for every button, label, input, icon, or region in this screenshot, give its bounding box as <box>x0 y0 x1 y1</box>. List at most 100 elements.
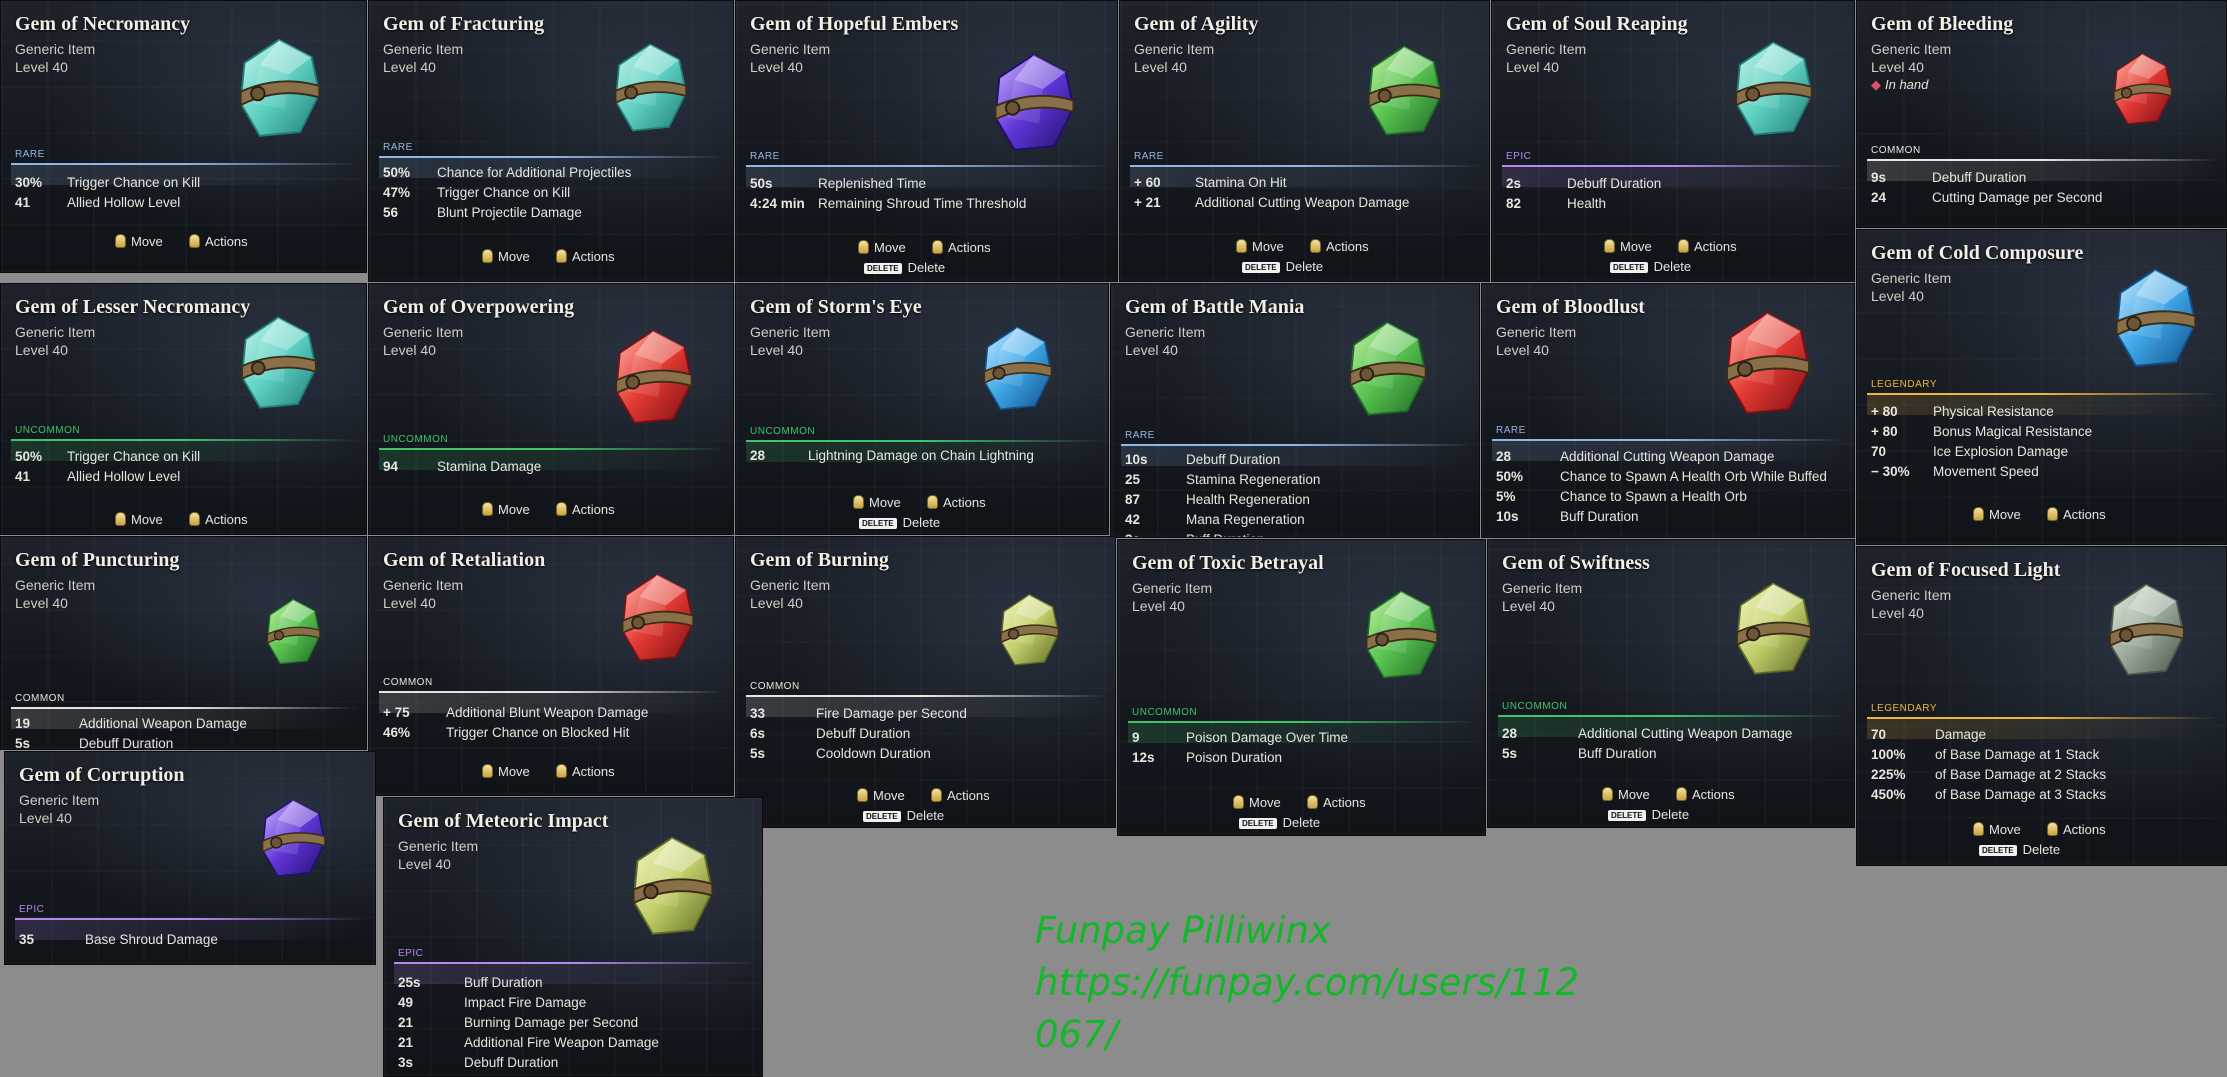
delete-button[interactable]: DELETE Delete <box>864 260 945 275</box>
item-type-label: Generic Item <box>1871 270 1952 286</box>
stat-value: 82 <box>1506 196 1522 211</box>
actions-button[interactable]: Actions <box>556 764 615 779</box>
stat-description: of Base Damage at 1 Stack <box>1935 747 2100 762</box>
stat-row: 42 Mana Regeneration <box>1125 512 1475 530</box>
actions-button[interactable]: Actions <box>931 788 990 803</box>
actions-label: Actions <box>2063 822 2106 837</box>
move-button[interactable]: Move <box>1233 795 1281 810</box>
gem-image <box>624 834 720 945</box>
delete-button[interactable]: DELETE Delete <box>1610 259 1691 274</box>
rarity-divider <box>1128 721 1477 723</box>
stat-value: + 21 <box>1134 195 1161 210</box>
stat-row: 28 Lightning Damage on Chain Lightning <box>750 448 1104 466</box>
stat-description: Trigger Chance on Kill <box>67 449 201 464</box>
move-button[interactable]: Move <box>857 788 905 803</box>
stat-description: Debuff Duration <box>816 726 911 741</box>
card-title: Gem of Overpowering <box>383 296 575 318</box>
stat-description: Stamina Damage <box>437 459 542 474</box>
actions-label: Actions <box>948 240 991 255</box>
move-button[interactable]: Move <box>1602 787 1650 802</box>
delete-label: Delete <box>1285 259 1324 274</box>
actions-button[interactable]: Actions <box>556 249 615 264</box>
stat-value: 41 <box>15 469 31 484</box>
stat-description: Debuff Duration <box>1186 452 1281 467</box>
stat-value: 28 <box>1502 726 1518 741</box>
item-level-label: Level 40 <box>15 59 68 75</box>
delete-button[interactable]: DELETE Delete <box>863 808 944 823</box>
delete-button[interactable]: DELETE Delete <box>1608 807 1689 822</box>
stat-value: 25s <box>398 975 421 990</box>
rarity-divider <box>1121 444 1471 446</box>
stat-row: 10s Buff Duration <box>1496 509 1850 527</box>
actions-button[interactable]: Actions <box>1676 787 1735 802</box>
card-title: Gem of Necromancy <box>15 13 191 35</box>
item-type-label: Generic Item <box>1871 587 1952 603</box>
mouse-right-icon <box>2047 822 2058 836</box>
actions-button[interactable]: Actions <box>932 240 991 255</box>
gem-icon <box>632 836 714 935</box>
mouse-right-icon <box>189 234 200 248</box>
stat-description: Replenished Time <box>818 176 927 191</box>
stat-row: 5s Cooldown Duration <box>750 746 1111 764</box>
move-button[interactable]: Move <box>482 249 530 264</box>
move-button[interactable]: Move <box>1973 822 2021 837</box>
move-button[interactable]: Move <box>1236 239 1284 254</box>
rarity-divider <box>1502 165 1846 167</box>
stat-row: 56 Blunt Projectile Damage <box>383 205 729 223</box>
item-level-label: Level 40 <box>15 342 68 358</box>
item-level-label: Level 40 <box>1132 598 1185 614</box>
move-label: Move <box>1249 795 1281 810</box>
move-button[interactable]: Move <box>115 512 163 527</box>
stat-row: 19 Additional Weapon Damage <box>15 716 362 734</box>
actions-button[interactable]: Actions <box>556 502 615 517</box>
move-button[interactable]: Move <box>1604 239 1652 254</box>
rarity-divider <box>746 440 1100 442</box>
item-type-label: Generic Item <box>750 41 831 57</box>
stat-row: + 60 Stamina On Hit <box>1134 175 1485 193</box>
stat-row: − 30% Movement Speed <box>1871 464 2222 482</box>
gem-image <box>1360 43 1448 145</box>
mouse-left-icon <box>115 234 126 248</box>
actions-label: Actions <box>2063 507 2106 522</box>
delete-button[interactable]: DELETE Delete <box>1242 259 1323 274</box>
move-button[interactable]: Move <box>482 764 530 779</box>
actions-button[interactable]: Actions <box>2047 507 2106 522</box>
gem-image <box>231 36 327 147</box>
gem-tooltip-card: Gem of Storm's Eye Generic Item Level 40 U… <box>735 283 1109 535</box>
move-button[interactable]: Move <box>115 234 163 249</box>
move-button[interactable]: Move <box>853 495 901 510</box>
stat-row: 28 Additional Cutting Weapon Damage <box>1502 726 1850 744</box>
mouse-right-icon <box>1678 239 1689 253</box>
delete-button[interactable]: DELETE Delete <box>859 515 940 530</box>
actions-button[interactable]: Actions <box>189 512 248 527</box>
stat-value: 12s <box>1132 750 1155 765</box>
gem-tooltip-card: Gem of Necromancy Generic Item Level 40 RA… <box>0 0 367 273</box>
stat-description: Additional Cutting Weapon Damage <box>1578 726 1793 741</box>
delete-button[interactable]: DELETE Delete <box>1979 842 2060 857</box>
gem-image <box>1728 580 1818 684</box>
stat-description: Debuff Duration <box>464 1055 559 1070</box>
move-button[interactable]: Move <box>482 502 530 517</box>
actions-button[interactable]: Actions <box>189 234 248 249</box>
mouse-left-icon <box>853 495 864 509</box>
actions-button[interactable]: Actions <box>927 495 986 510</box>
mouse-right-icon <box>556 764 567 778</box>
stat-value: 25 <box>1125 472 1141 487</box>
stat-value: + 75 <box>383 705 410 720</box>
rarity-label: UNCOMMON <box>750 426 816 437</box>
stat-value: 100% <box>1871 747 1906 762</box>
actions-button[interactable]: Actions <box>1678 239 1737 254</box>
stat-row: 21 Burning Damage per Second <box>398 1015 758 1033</box>
move-button[interactable]: Move <box>1973 507 2021 522</box>
card-title: Gem of Toxic Betrayal <box>1132 552 1324 574</box>
move-label: Move <box>1620 239 1652 254</box>
stat-value: 56 <box>383 205 399 220</box>
actions-button[interactable]: Actions <box>1307 795 1366 810</box>
actions-button[interactable]: Actions <box>2047 822 2106 837</box>
delete-button[interactable]: DELETE Delete <box>1239 815 1320 830</box>
item-type-label: Generic Item <box>1132 580 1213 596</box>
actions-button[interactable]: Actions <box>1310 239 1369 254</box>
rarity-label: LEGENDARY <box>1871 703 1938 714</box>
gem-tooltip-card: Gem of Retaliation Generic Item Level 40 C… <box>368 536 734 796</box>
move-button[interactable]: Move <box>858 240 906 255</box>
